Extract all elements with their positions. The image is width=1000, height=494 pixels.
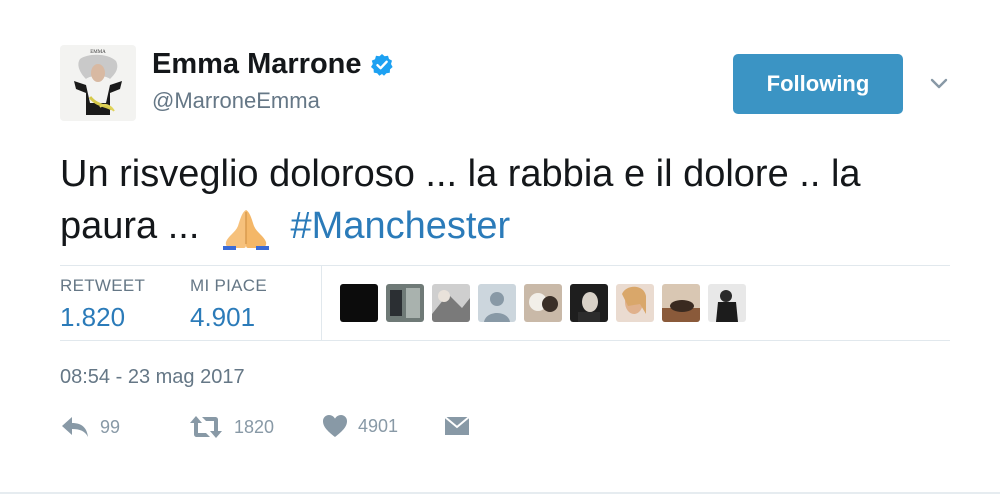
user-handle[interactable]: @MarroneEmma <box>152 88 320 114</box>
heart-icon <box>323 415 347 437</box>
liker-avatar[interactable] <box>432 284 470 322</box>
divider-top <box>60 265 950 266</box>
display-name[interactable]: Emma Marrone <box>152 48 394 81</box>
like-stat-label: MI PIACE <box>190 276 268 295</box>
liker-avatar[interactable] <box>570 284 608 322</box>
liker-avatar[interactable] <box>524 284 562 322</box>
retweet-stat[interactable]: RETWEET 1.820 <box>60 276 145 333</box>
avatar[interactable]: EMMA <box>60 45 136 121</box>
liker-avatar[interactable] <box>386 284 424 322</box>
reply-button[interactable]: 99 <box>60 414 120 440</box>
envelope-icon <box>444 416 470 435</box>
tweet-text: Un risveglio doloroso ... la rabbia e il… <box>60 148 950 252</box>
liker-avatar[interactable] <box>662 284 700 322</box>
avatar-caption: EMMA <box>90 50 106 55</box>
like-stat-value[interactable]: 4.901 <box>190 302 267 333</box>
liker-avatar[interactable] <box>340 284 378 322</box>
following-button[interactable]: Following <box>733 54 903 114</box>
reply-icon <box>62 417 88 437</box>
like-stat[interactable]: MI PIACE 4.901 <box>190 276 267 333</box>
liker-avatar[interactable] <box>616 284 654 322</box>
divider-bottom <box>60 340 950 341</box>
retweet-icon <box>190 416 222 438</box>
like-button[interactable]: 4901 <box>322 414 398 438</box>
avatar-image: EMMA <box>60 45 136 121</box>
verified-badge-icon <box>370 53 393 76</box>
display-name-text[interactable]: Emma Marrone <box>152 48 362 81</box>
retweet-count: 1820 <box>234 416 275 437</box>
direct-message-button[interactable] <box>444 414 470 438</box>
stats-separator <box>321 266 322 340</box>
retweet-stat-label: RETWEET <box>60 276 146 295</box>
chevron-down-icon[interactable] <box>928 72 950 94</box>
liker-avatar[interactable] <box>708 284 746 322</box>
likers-avatar-list <box>340 284 746 322</box>
liker-avatar[interactable] <box>478 284 516 322</box>
tweet-timestamp[interactable]: 08:54 - 23 mag 2017 <box>60 366 245 389</box>
retweet-button[interactable]: 1820 <box>188 414 274 440</box>
like-count: 4901 <box>358 415 399 436</box>
reply-count: 99 <box>100 416 121 437</box>
hashtag-link[interactable]: #Manchester <box>291 205 511 247</box>
retweet-stat-value[interactable]: 1.820 <box>60 302 145 333</box>
folded-hands-icon <box>222 209 269 250</box>
